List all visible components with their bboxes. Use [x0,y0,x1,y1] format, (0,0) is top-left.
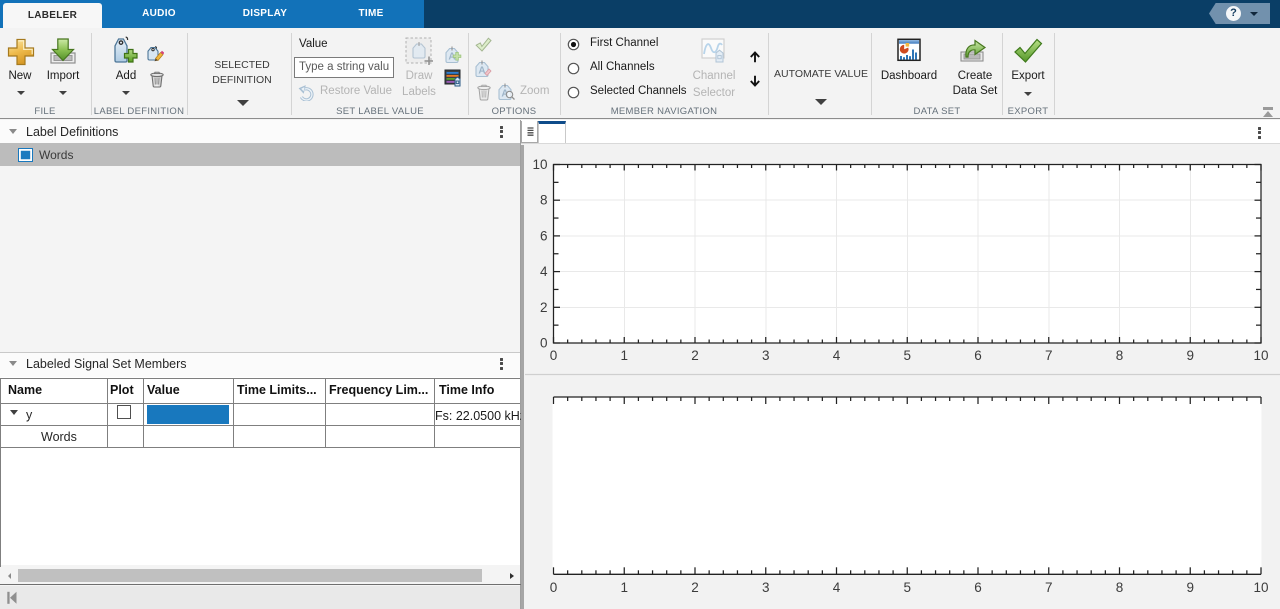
svg-text:2: 2 [691,348,699,363]
svg-text:0: 0 [550,580,558,595]
svg-text:5: 5 [903,348,911,363]
svg-text:10: 10 [1253,580,1268,595]
svg-text:3: 3 [762,580,770,595]
svg-text:6: 6 [974,580,982,595]
svg-text:4: 4 [833,348,841,363]
svg-text:5: 5 [903,580,911,595]
svg-text:2: 2 [691,580,699,595]
svg-text:8: 8 [540,193,548,208]
svg-text:7: 7 [1045,348,1053,363]
svg-text:9: 9 [1186,348,1194,363]
svg-text:10: 10 [1253,348,1268,363]
svg-text:3: 3 [762,348,770,363]
svg-text:10: 10 [532,157,547,172]
svg-text:7: 7 [1045,580,1053,595]
svg-text:4: 4 [540,264,548,279]
svg-text:6: 6 [540,228,548,243]
svg-text:8: 8 [1116,580,1124,595]
svg-text:8: 8 [1116,348,1124,363]
svg-text:0: 0 [540,336,548,351]
svg-text:4: 4 [833,580,841,595]
svg-text:0: 0 [550,348,558,363]
svg-text:1: 1 [620,348,628,363]
svg-text:1: 1 [620,580,628,595]
svg-text:9: 9 [1186,580,1194,595]
svg-text:6: 6 [974,348,982,363]
svg-text:2: 2 [540,300,548,315]
